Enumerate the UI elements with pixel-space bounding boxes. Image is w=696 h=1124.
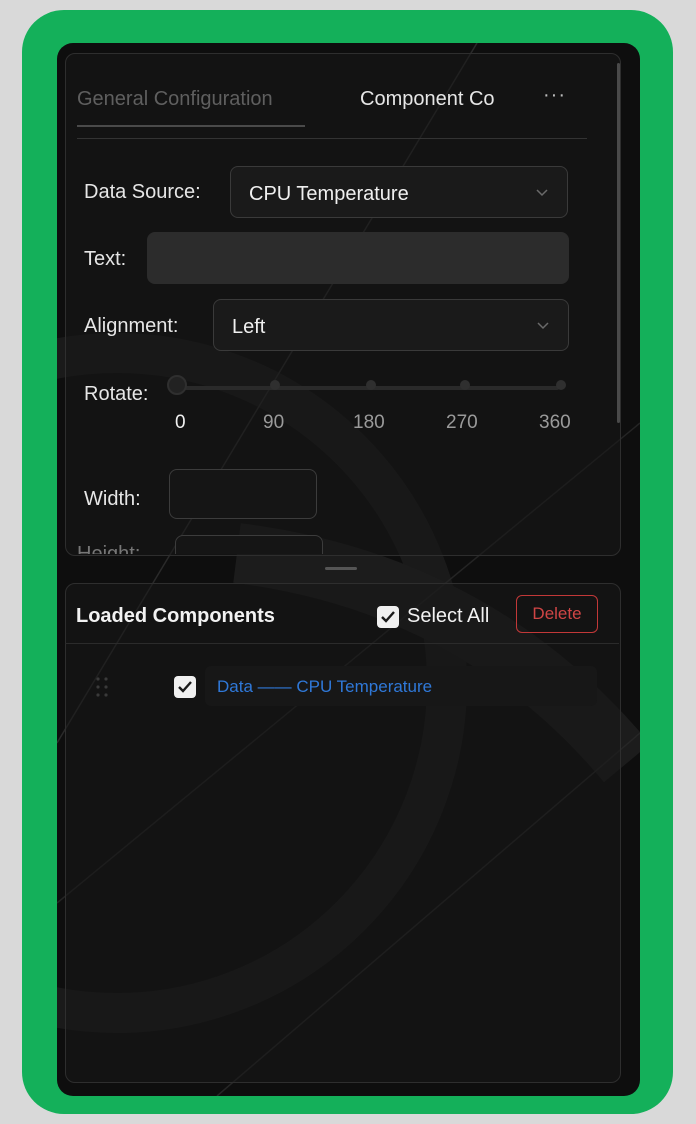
- rotate-step-dot: [270, 380, 280, 390]
- component-item-checkbox[interactable]: [174, 676, 196, 698]
- tab-general-underline: [77, 125, 305, 127]
- text-input[interactable]: [147, 232, 569, 284]
- config-scrollbar[interactable]: [617, 63, 620, 423]
- rotate-slider-thumb[interactable]: [167, 375, 187, 395]
- more-tabs-button[interactable]: ···: [543, 84, 566, 107]
- rotate-label: Rotate:: [84, 383, 149, 405]
- delete-button[interactable]: Delete: [516, 595, 598, 633]
- alignment-select[interactable]: Left: [213, 299, 569, 351]
- width-input[interactable]: [169, 469, 317, 519]
- checkmark-icon: [178, 681, 192, 693]
- rotate-tick-label: 90: [263, 412, 285, 433]
- data-source-label: Data Source:: [84, 181, 201, 203]
- rotate-tick-label: 0: [175, 412, 186, 433]
- rotate-tick-label: 360: [539, 412, 571, 433]
- checkmark-icon: [381, 611, 395, 623]
- chevron-down-icon: [537, 322, 549, 330]
- rotate-step-dot: [556, 380, 566, 390]
- config-tabs: General Configuration Component Co ···: [77, 84, 587, 139]
- rotate-tick-label: 180: [353, 412, 385, 433]
- select-all-label: Select All: [407, 605, 490, 627]
- chevron-down-icon: [536, 189, 548, 197]
- app-window: General Configuration Component Co ··· D…: [57, 43, 640, 1096]
- rotate-slider-track[interactable]: [169, 386, 559, 390]
- tab-component-configuration[interactable]: Component Co: [360, 88, 495, 111]
- select-all-checkbox[interactable]: [377, 606, 399, 628]
- loaded-components-panel: [65, 583, 621, 1083]
- rotate-step-dot: [366, 380, 376, 390]
- data-source-select[interactable]: CPU Temperature: [230, 166, 568, 218]
- panel-resize-handle[interactable]: [325, 567, 357, 570]
- tab-general-configuration[interactable]: General Configuration: [77, 88, 305, 127]
- rotate-step-dot: [460, 380, 470, 390]
- list-divider: [65, 643, 619, 644]
- width-label: Width:: [84, 488, 141, 510]
- rotate-tick-label: 270: [446, 412, 478, 433]
- data-source-value: CPU Temperature: [249, 183, 409, 205]
- text-label: Text:: [84, 248, 127, 270]
- tab-general-label: General Configuration: [77, 88, 273, 110]
- alignment-label: Alignment:: [84, 315, 179, 337]
- drag-handle-icon[interactable]: [95, 676, 109, 698]
- loaded-components-title: Loaded Components: [76, 605, 275, 627]
- tab-component-label: Component Co: [360, 88, 495, 110]
- component-item-label[interactable]: Data —— CPU Temperature: [217, 677, 432, 697]
- alignment-value: Left: [232, 316, 266, 338]
